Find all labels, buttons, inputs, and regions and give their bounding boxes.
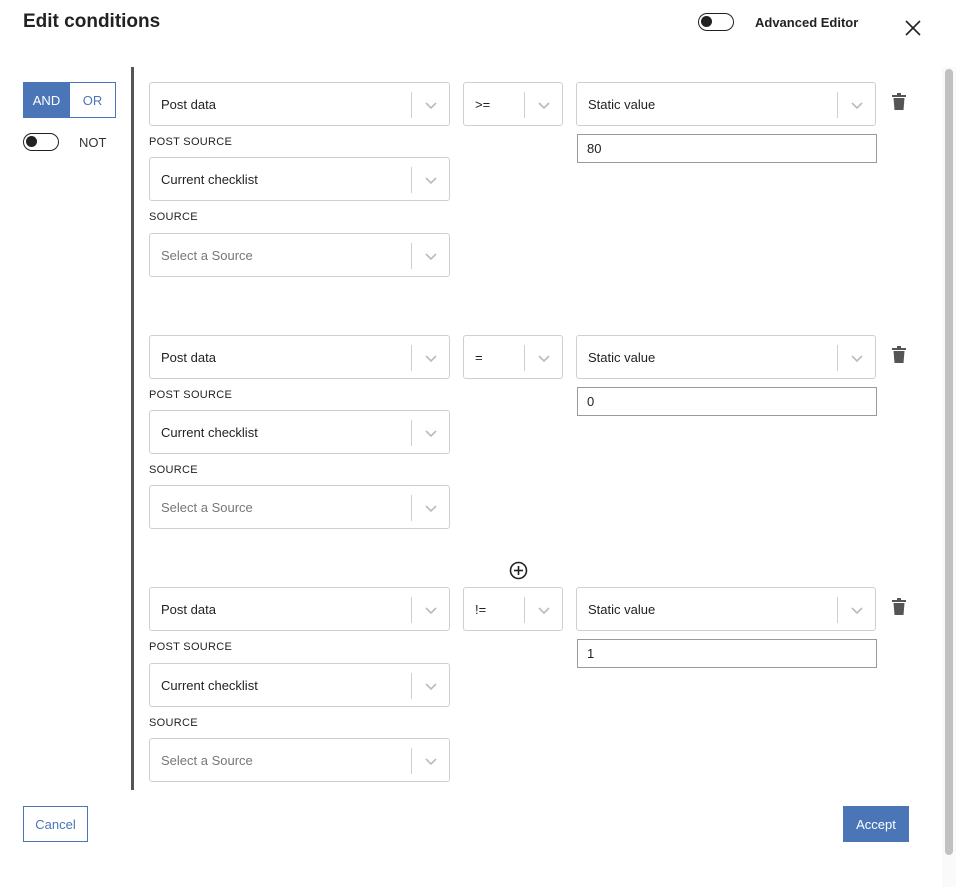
dialog-title: Edit conditions: [23, 11, 161, 32]
select-separator: [524, 597, 525, 623]
operator-select[interactable]: =: [463, 335, 563, 379]
close-icon: [905, 20, 921, 36]
post-source-select[interactable]: Current checklist: [149, 663, 450, 707]
post-source-select-value: Current checklist: [161, 678, 258, 693]
operator-select[interactable]: >=: [463, 82, 563, 126]
field-select-value: Post data: [161, 602, 216, 617]
source-select-placeholder: Select a Source: [161, 500, 253, 515]
select-separator: [411, 345, 412, 371]
source-label: SOURCE: [149, 211, 198, 223]
chevron-down-icon: [425, 177, 437, 185]
value-type-select-value: Static value: [588, 97, 656, 112]
select-separator: [524, 345, 525, 371]
source-select-placeholder: Select a Source: [161, 753, 253, 768]
value-type-select[interactable]: Static value: [576, 335, 876, 379]
select-separator: [837, 345, 838, 371]
chevron-down-icon: [538, 102, 550, 110]
select-separator: [411, 420, 412, 446]
source-select-placeholder: Select a Source: [161, 248, 253, 263]
select-separator: [411, 92, 412, 118]
value-type-select[interactable]: Static value: [576, 82, 876, 126]
not-label: NOT: [79, 135, 107, 150]
toggle-knob: [701, 16, 712, 27]
field-select[interactable]: Post data: [149, 587, 450, 631]
source-select[interactable]: Select a Source: [149, 233, 450, 277]
close-button[interactable]: [902, 17, 924, 39]
select-separator: [411, 167, 412, 193]
advanced-editor-label: Advanced Editor: [755, 15, 859, 30]
select-separator: [411, 673, 412, 699]
select-separator: [411, 243, 412, 269]
select-separator: [837, 597, 838, 623]
chevron-down-icon: [425, 505, 437, 513]
chevron-down-icon: [538, 355, 550, 363]
field-select-value: Post data: [161, 97, 216, 112]
source-label: SOURCE: [149, 464, 198, 476]
static-value-input[interactable]: [577, 639, 877, 668]
value-type-select-value: Static value: [588, 350, 656, 365]
static-value-input[interactable]: [577, 387, 877, 416]
post-source-label: POST SOURCE: [149, 389, 233, 401]
source-label: SOURCE: [149, 717, 198, 729]
select-separator: [411, 495, 412, 521]
accept-button[interactable]: Accept: [843, 806, 909, 842]
operator-select-value: >=: [475, 97, 491, 112]
toggle-knob: [26, 136, 37, 147]
or-button[interactable]: OR: [69, 83, 115, 117]
field-select-value: Post data: [161, 350, 216, 365]
select-separator: [524, 92, 525, 118]
chevron-down-icon: [851, 355, 863, 363]
static-value-input[interactable]: [577, 134, 877, 163]
post-source-select-value: Current checklist: [161, 425, 258, 440]
operator-select[interactable]: !=: [463, 587, 563, 631]
chevron-down-icon: [425, 355, 437, 363]
advanced-editor-toggle[interactable]: [698, 13, 734, 31]
field-select[interactable]: Post data: [149, 82, 450, 126]
chevron-down-icon: [538, 607, 550, 615]
add-condition-icon[interactable]: [509, 561, 528, 580]
not-toggle[interactable]: [23, 133, 59, 151]
and-or-switch: AND OR: [23, 82, 116, 118]
chevron-down-icon: [425, 430, 437, 438]
operator-select-value: !=: [475, 602, 487, 617]
value-type-select[interactable]: Static value: [576, 587, 876, 631]
chevron-down-icon: [425, 758, 437, 766]
and-button[interactable]: AND: [24, 83, 69, 117]
chevron-down-icon: [425, 683, 437, 691]
chevron-down-icon: [425, 607, 437, 615]
post-source-select-value: Current checklist: [161, 172, 258, 187]
chevron-down-icon: [851, 102, 863, 110]
post-source-label: POST SOURCE: [149, 641, 233, 653]
select-separator: [837, 92, 838, 118]
post-source-select[interactable]: Current checklist: [149, 157, 450, 201]
chevron-down-icon: [425, 102, 437, 110]
trash-icon[interactable]: [892, 93, 906, 110]
select-separator: [411, 748, 412, 774]
post-source-label: POST SOURCE: [149, 136, 233, 148]
post-source-select[interactable]: Current checklist: [149, 410, 450, 454]
chevron-down-icon: [425, 253, 437, 261]
chevron-down-icon: [851, 607, 863, 615]
cancel-button[interactable]: Cancel: [23, 806, 88, 842]
trash-icon[interactable]: [892, 346, 906, 363]
source-select[interactable]: Select a Source: [149, 485, 450, 529]
select-separator: [411, 597, 412, 623]
operator-select-value: =: [475, 350, 483, 365]
group-divider: [131, 67, 134, 790]
source-select[interactable]: Select a Source: [149, 738, 450, 782]
value-type-select-value: Static value: [588, 602, 656, 617]
field-select[interactable]: Post data: [149, 335, 450, 379]
scrollbar-thumb[interactable]: [945, 69, 953, 855]
trash-icon[interactable]: [892, 598, 906, 615]
